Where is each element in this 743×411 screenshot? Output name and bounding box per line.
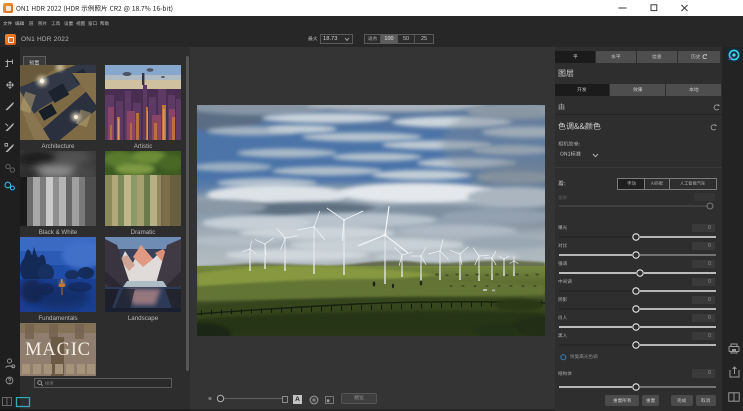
svg-text:MAGIC: MAGIC (25, 340, 91, 360)
